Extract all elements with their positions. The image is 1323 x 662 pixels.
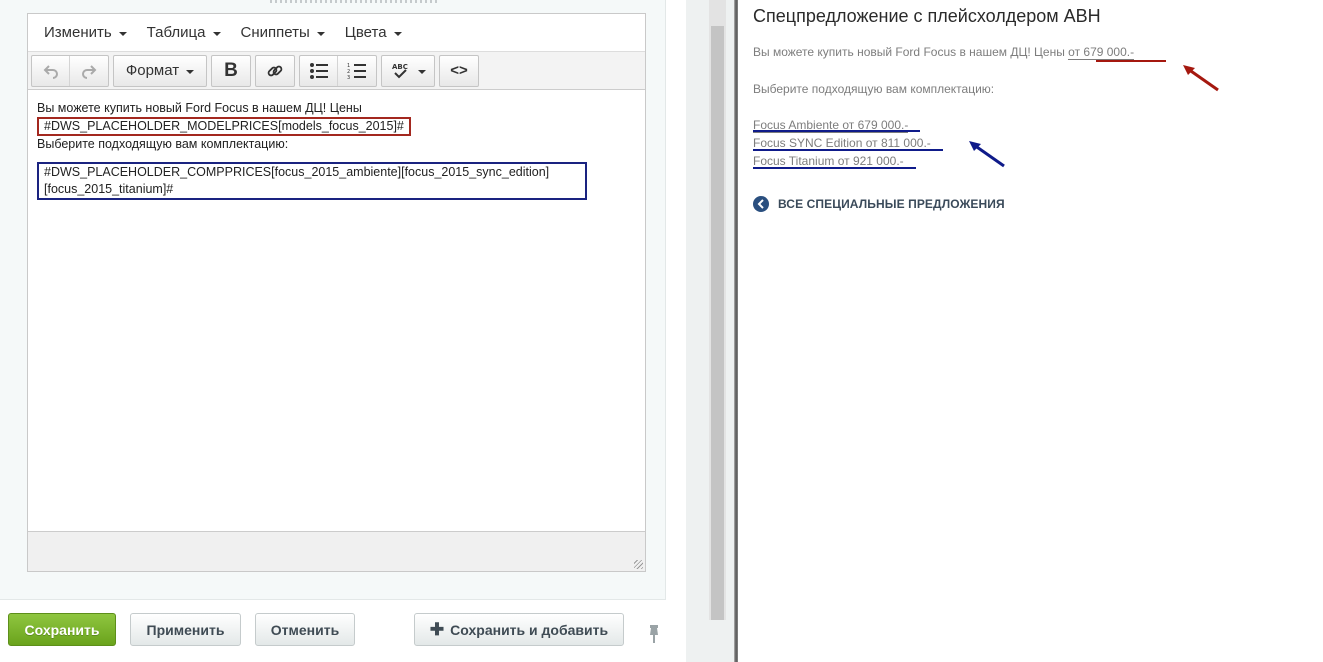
offer-title: Спецпредложение с плейсхолдером АВН (753, 6, 1101, 26)
spellcheck-group: ABC (381, 54, 435, 87)
list-group: 123 (299, 54, 377, 87)
numbered-list-button[interactable]: 123 (338, 56, 376, 86)
caret-down-icon (118, 31, 127, 36)
format-label: Формат (125, 62, 180, 79)
menu-snippets[interactable]: Сниппеты (231, 14, 335, 52)
svg-text:3: 3 (347, 75, 350, 80)
content-line-choose: Выберите подходящую вам комплектацию: (37, 137, 289, 151)
all-offers-link[interactable]: ВСЕ СПЕЦИАЛЬНЫЕ ПРЕДЛОЖЕНИЯ (753, 196, 1005, 212)
caret-down-icon (186, 69, 195, 74)
trim-blue-underline-2 (753, 149, 943, 151)
apply-button[interactable]: Применить (130, 613, 241, 646)
drag-handle-dots[interactable] (270, 0, 440, 3)
menu-colors-label: Цвета (344, 24, 387, 41)
offer-intro-price: от 679 000.- (1068, 45, 1135, 60)
undo-button[interactable] (32, 55, 70, 86)
content-line-intro: Вы можете купить новый Ford Focus в наше… (37, 101, 362, 115)
placeholder-comp-line-2: [focus_2015_titanium]# (44, 182, 174, 196)
format-group: Формат (113, 54, 207, 87)
source-code-button[interactable]: <> (440, 56, 478, 86)
format-dropdown[interactable]: Формат (114, 56, 206, 86)
editor-statusbar (28, 531, 645, 571)
spellcheck-icon: ABC (392, 63, 407, 78)
page: Изменить Таблица Сниппеты Цвета Формат B… (0, 0, 1323, 662)
caret-down-icon (417, 69, 426, 74)
menu-edit-label: Изменить (44, 24, 112, 41)
menu-edit[interactable]: Изменить (34, 14, 137, 52)
scrollbar-thumb[interactable] (711, 26, 724, 620)
menu-colors[interactable]: Цвета (335, 14, 412, 52)
menu-table[interactable]: Таблица (137, 14, 231, 52)
all-offers-label: ВСЕ СПЕЦИАЛЬНЫЕ ПРЕДЛОЖЕНИЯ (778, 197, 1005, 211)
menu-snippets-label: Сниппеты (240, 24, 310, 41)
editor-toolbar: Формат B 123 ABC <> (28, 52, 645, 90)
offer-intro: Вы можете купить новый Ford Focus в наше… (753, 45, 1135, 60)
bullet-list-button[interactable] (300, 55, 338, 86)
placeholder-comp-prices: #DWS_PLACEHOLDER_COMPPRICES[focus_2015_a… (37, 162, 587, 200)
price-red-underline (1096, 60, 1166, 62)
bullet-list-icon (309, 62, 328, 79)
caret-down-icon (212, 31, 221, 36)
link-group (255, 54, 295, 87)
trim-blue-underline-1 (753, 130, 920, 132)
chevron-left-icon (753, 196, 769, 212)
cancel-button[interactable]: Отменить (255, 613, 355, 646)
placeholder-model-prices: #DWS_PLACEHOLDER_MODELPRICES[models_focu… (37, 117, 411, 136)
editor-menubar: Изменить Таблица Сниппеты Цвета (28, 14, 645, 52)
caret-down-icon (393, 31, 402, 36)
history-group (31, 54, 109, 87)
menu-table-label: Таблица (146, 24, 206, 41)
save-button[interactable]: Сохранить (8, 613, 116, 646)
pin-icon[interactable] (647, 624, 661, 644)
bold-button[interactable]: B (212, 56, 250, 86)
wysiwyg-editor: Изменить Таблица Сниппеты Цвета Формат B… (27, 13, 646, 572)
save-and-add-label: Сохранить и добавить (450, 621, 609, 638)
save-and-add-button[interactable]: ✚ Сохранить и добавить (414, 613, 624, 646)
numbered-list-icon: 123 (347, 63, 366, 80)
bold-group: B (211, 54, 251, 87)
undo-icon (43, 64, 58, 79)
code-group: <> (439, 54, 479, 87)
resize-handle-icon[interactable] (634, 560, 643, 569)
choose-trim-text: Выберите подходящую вам комплектацию: (753, 82, 995, 96)
red-annotation-arrow-icon (1183, 65, 1219, 92)
admin-form-panel: Изменить Таблица Сниппеты Цвета Формат B… (0, 0, 666, 600)
spellcheck-button[interactable]: ABC (382, 56, 434, 86)
blue-annotation-arrow-icon (969, 141, 1005, 168)
plus-icon: ✚ (429, 619, 445, 639)
trim-blue-underline-3 (753, 167, 916, 169)
link-icon (267, 65, 283, 76)
link-button[interactable] (256, 56, 294, 86)
redo-icon (82, 64, 97, 79)
offer-intro-text: Вы можете купить новый Ford Focus в наше… (753, 45, 1069, 59)
redo-button[interactable] (70, 56, 108, 86)
preview-pane: Спецпредложение с плейсхолдером АВН Вы м… (738, 0, 1323, 662)
placeholder-comp-line-1: #DWS_PLACEHOLDER_COMPPRICES[focus_2015_a… (44, 165, 550, 179)
editor-content-area[interactable]: Вы можете купить новый Ford Focus в наше… (28, 90, 645, 530)
caret-down-icon (316, 31, 325, 36)
